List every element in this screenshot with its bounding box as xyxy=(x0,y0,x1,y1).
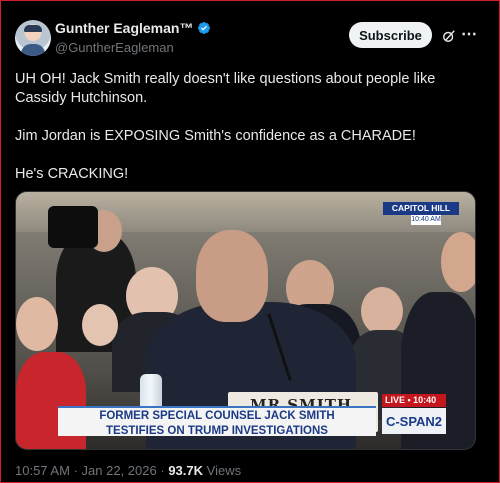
avatar[interactable] xyxy=(15,20,51,56)
lower-third-line-1: FORMER SPECIAL COUNSEL JACK SMITH xyxy=(99,410,335,422)
capitol-hill-time: 10:40 AM xyxy=(411,215,441,225)
tweet-time[interactable]: 10:57 AM xyxy=(15,463,70,478)
tweet-header: Gunther Eagleman™ @GuntherEagleman Subsc… xyxy=(15,18,485,58)
live-badge: LIVE • 10:40 ET xyxy=(382,394,446,418)
tweet-text: UH OH! Jack Smith really doesn't like qu… xyxy=(15,70,475,203)
meta-separator: · xyxy=(73,463,78,478)
verified-badge-icon xyxy=(198,22,211,34)
tweet-line-3: He's CRACKING! xyxy=(15,166,129,182)
audience-head xyxy=(441,232,475,292)
capitol-hill-label: CAPITOL HILL xyxy=(383,202,459,215)
meta-separator: · xyxy=(160,463,165,478)
tweet-line-2: Jim Jordan is EXPOSING Smith's confidenc… xyxy=(15,128,416,144)
display-name[interactable]: Gunther Eagleman™ xyxy=(55,20,193,36)
audience-head xyxy=(82,304,118,346)
more-options-icon[interactable]: ⋯ xyxy=(461,24,479,44)
grok-icon[interactable] xyxy=(442,29,456,43)
avatar-shirt xyxy=(21,44,45,56)
tweet-line-1: UH OH! Jack Smith really doesn't like qu… xyxy=(15,71,436,106)
views-label: Views xyxy=(206,463,242,478)
tweet-date[interactable]: Jan 22, 2026 xyxy=(82,463,157,478)
views-count[interactable]: 93.7K xyxy=(168,463,203,478)
subscribe-button[interactable]: Subscribe xyxy=(349,22,432,48)
camera-shape xyxy=(48,206,98,248)
user-handle[interactable]: @GuntherEagleman xyxy=(55,40,211,55)
avatar-cap xyxy=(24,25,42,32)
user-names: Gunther Eagleman™ @GuntherEagleman xyxy=(55,20,211,55)
audience-head xyxy=(16,297,58,351)
tweet-meta: 10:57 AM · Jan 22, 2026 · 93.7K Views xyxy=(15,463,241,478)
video-thumbnail[interactable]: MR SMITH CAPITOL HILL 10:40 AM FORMER SP… xyxy=(15,191,476,450)
display-name-row[interactable]: Gunther Eagleman™ xyxy=(55,20,211,36)
network-logo: C-SPAN2 xyxy=(382,408,446,434)
audience-head xyxy=(361,287,403,335)
lower-third-caption: FORMER SPECIAL COUNSEL JACK SMITH TESTIF… xyxy=(58,406,376,437)
jack-smith-head xyxy=(196,230,268,322)
lower-third-line-2: TESTIFIES ON TRUMP INVESTIGATIONS xyxy=(106,425,328,437)
